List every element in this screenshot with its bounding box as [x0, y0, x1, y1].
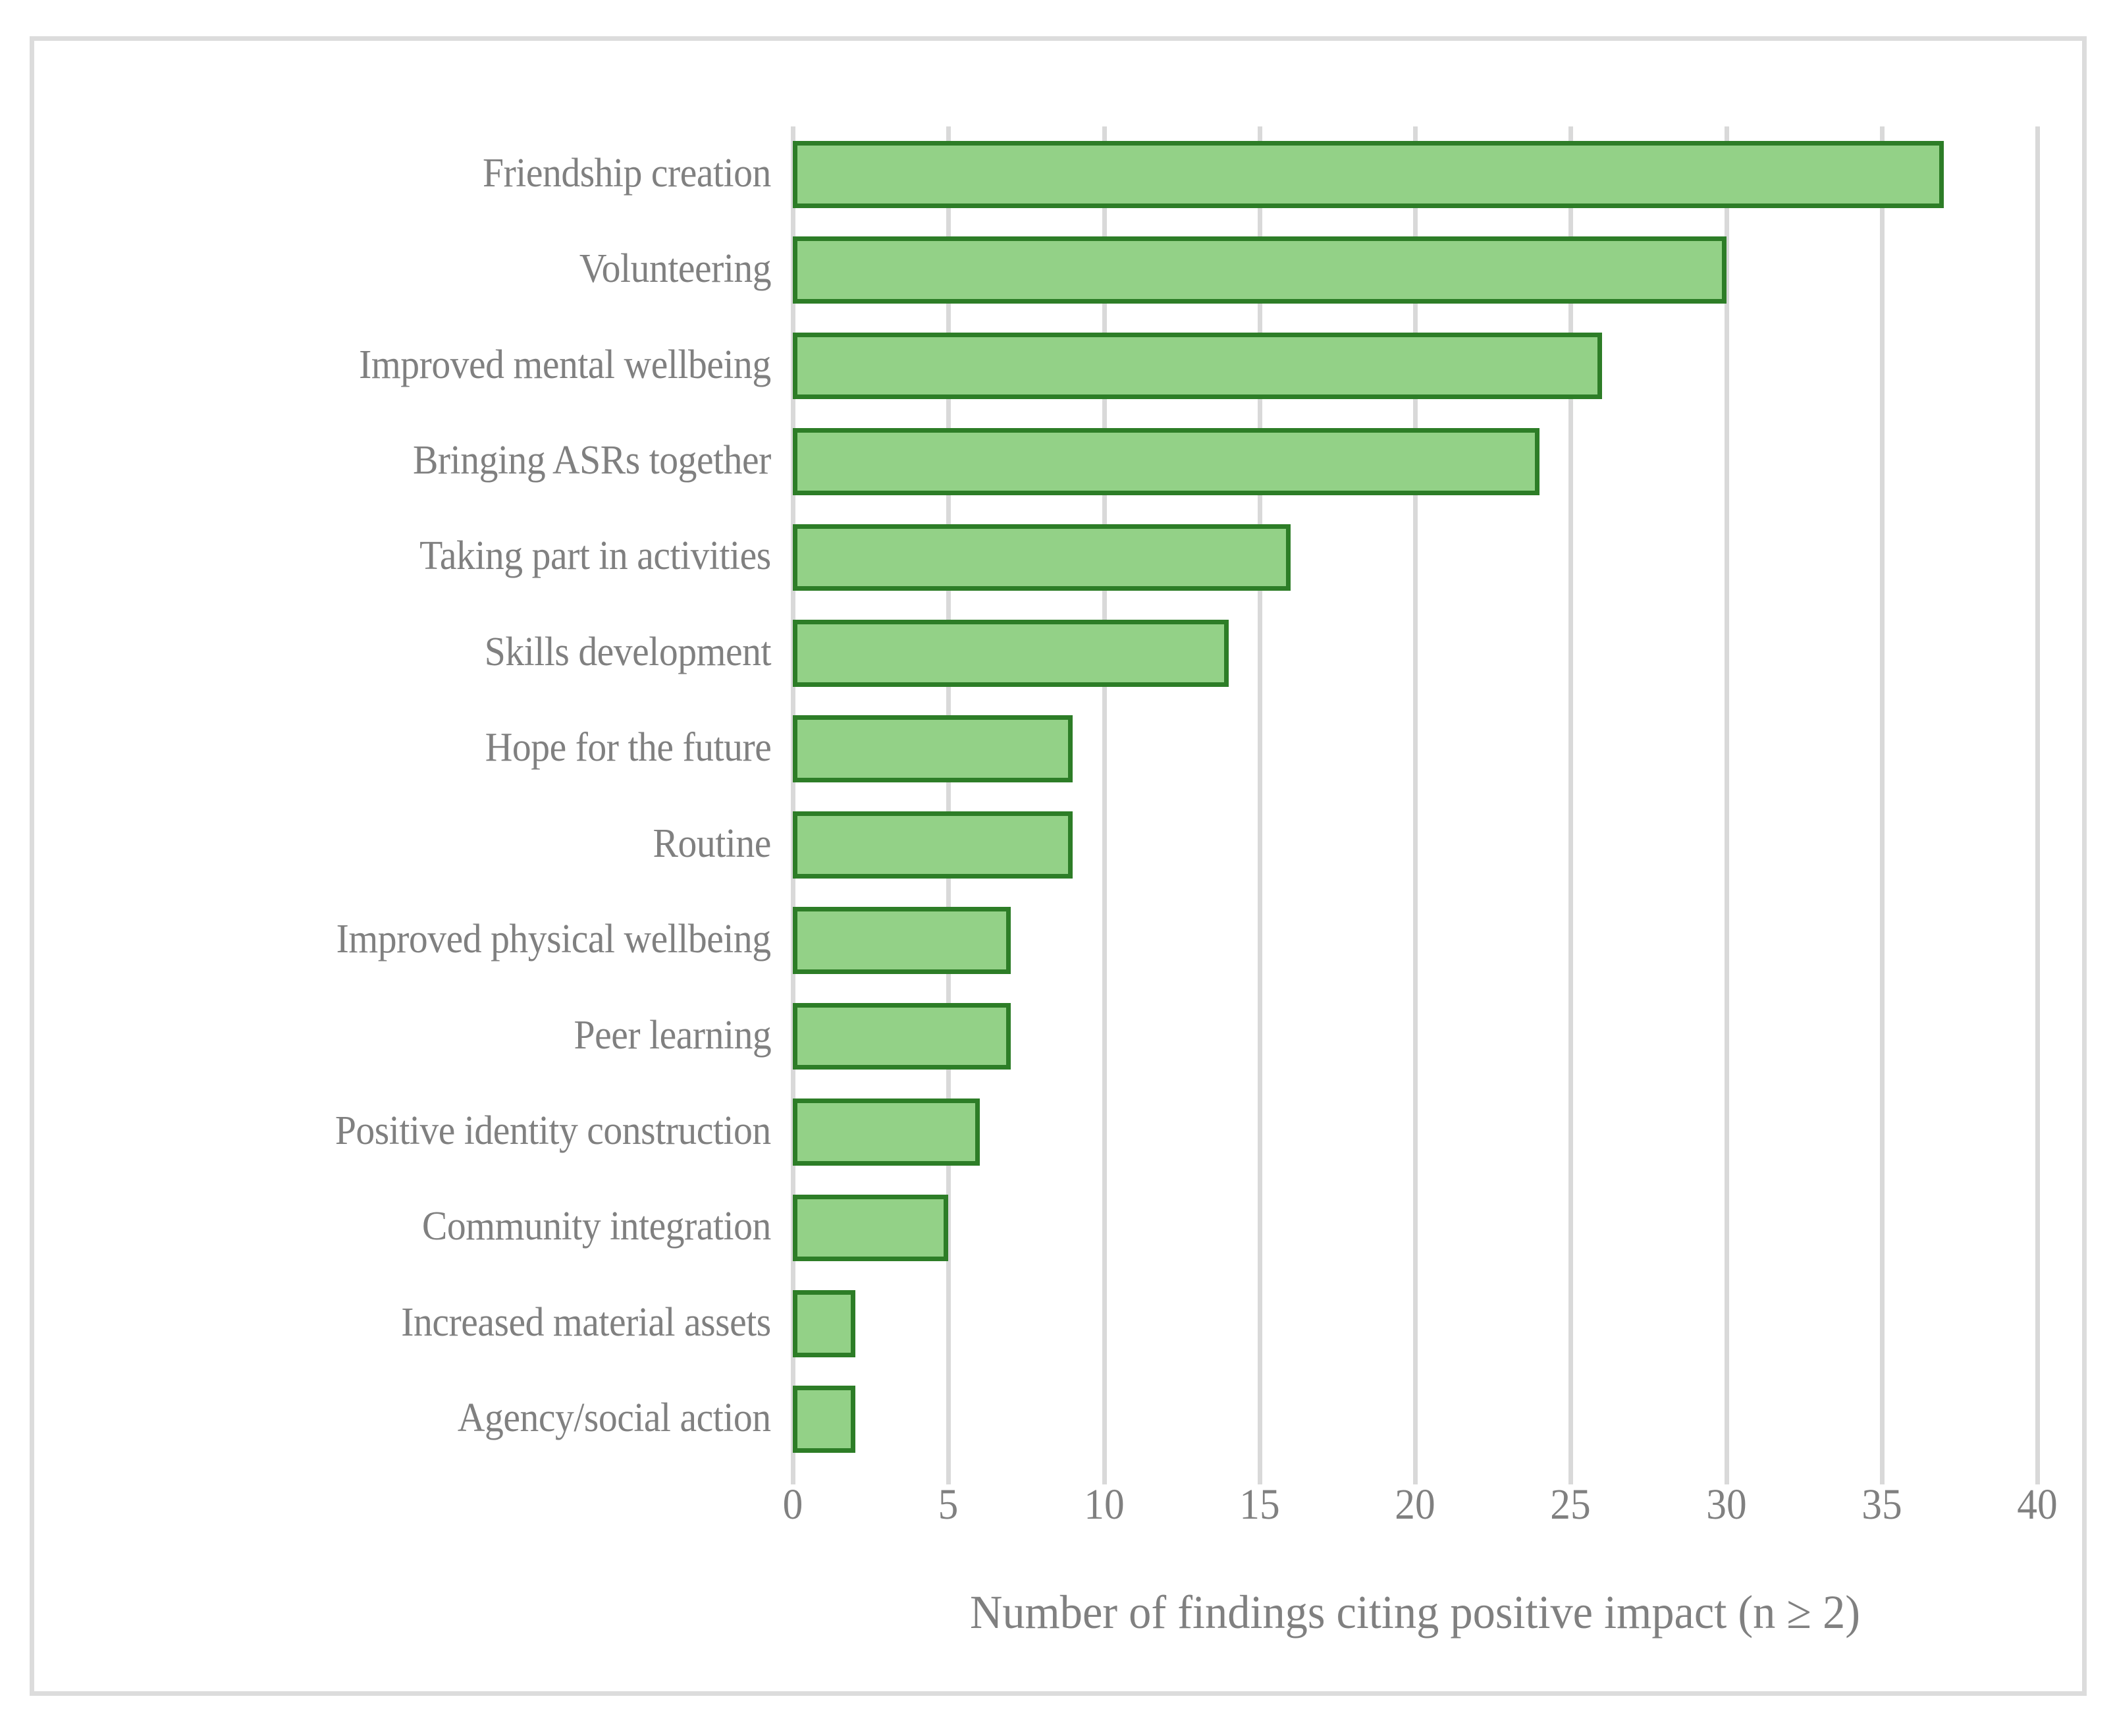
gridline-0	[791, 126, 795, 1467]
x-tick-label-15: 15	[1239, 1480, 1280, 1529]
gridline-10	[1102, 126, 1107, 1467]
bar[interactable]	[793, 811, 1073, 879]
x-tick-label-0: 0	[782, 1480, 803, 1529]
x-axis-title: Number of findings citing positive impac…	[969, 1586, 1861, 1639]
category-label: Skills development	[484, 629, 772, 674]
gridline-40	[2035, 126, 2040, 1467]
bar-row	[793, 811, 2037, 879]
bar[interactable]	[793, 619, 1229, 687]
bar-row	[793, 332, 2037, 400]
bar[interactable]	[793, 524, 1291, 591]
category-axis-labels: Friendship creation Volunteering Improved …	[34, 126, 773, 1467]
category-label: Hope for the future	[485, 725, 771, 771]
category-label: Peer learning	[574, 1012, 771, 1058]
figure-root: Friendship creation Volunteering Improved …	[0, 0, 2115, 1736]
x-tick-label-40: 40	[2017, 1480, 2058, 1529]
bar[interactable]	[793, 907, 1011, 975]
category-label: Agency/social action	[458, 1396, 771, 1441]
category-label: Routine	[653, 821, 772, 866]
bar-row	[793, 619, 2037, 687]
bar[interactable]	[793, 1099, 980, 1166]
x-tick-label-5: 5	[938, 1480, 959, 1529]
bar[interactable]	[793, 1194, 949, 1262]
gridline-30	[1724, 126, 1729, 1467]
bar-row	[793, 524, 2037, 591]
category-label: Volunteering	[579, 246, 772, 292]
category-label: Community integration	[422, 1204, 771, 1249]
gridline-25	[1568, 126, 1574, 1467]
bar[interactable]	[793, 715, 1073, 783]
x-tick-label-25: 25	[1550, 1480, 1591, 1529]
bar-row	[793, 1289, 2037, 1357]
bar[interactable]	[793, 236, 1727, 304]
bar[interactable]	[793, 1289, 855, 1357]
bar[interactable]	[793, 1002, 1011, 1070]
bar[interactable]	[793, 140, 1944, 208]
bar-row	[793, 907, 2037, 975]
x-tick-label-30: 30	[1705, 1480, 1747, 1529]
category-label: Improved physical wellbeing	[336, 917, 771, 962]
bar[interactable]	[793, 1386, 855, 1453]
x-tick-label-35: 35	[1861, 1480, 1902, 1529]
bar-row	[793, 236, 2037, 304]
x-axis-tick-labels: 0 5 10 15 20 25 30 35 40	[783, 1480, 2058, 1542]
category-label: Bringing ASRs together	[413, 438, 771, 483]
category-label: Improved mental wellbeing	[359, 342, 771, 387]
bar[interactable]	[793, 428, 1539, 495]
bar-row	[793, 1194, 2037, 1262]
category-label: Positive identity construction	[335, 1108, 771, 1153]
gridline-15	[1257, 126, 1262, 1467]
gridline-20	[1413, 126, 1418, 1467]
plot-area	[791, 126, 2040, 1484]
gridline-35	[1879, 126, 1885, 1467]
category-label: Taking part in activities	[419, 533, 771, 579]
category-label: Increased material assets	[401, 1299, 772, 1345]
bar-row	[793, 1386, 2037, 1453]
bar[interactable]	[793, 332, 1602, 400]
bar-row	[793, 428, 2037, 495]
bar-row	[793, 1002, 2037, 1070]
chart-frame: Friendship creation Volunteering Improved …	[30, 36, 2087, 1696]
gridline-5	[946, 126, 951, 1467]
x-tick-label-10: 10	[1083, 1480, 1125, 1529]
bar-row	[793, 140, 2037, 208]
category-label: Friendship creation	[483, 150, 771, 196]
x-tick-label-20: 20	[1395, 1480, 1435, 1529]
bar-row	[793, 715, 2037, 783]
bar-row	[793, 1099, 2037, 1166]
